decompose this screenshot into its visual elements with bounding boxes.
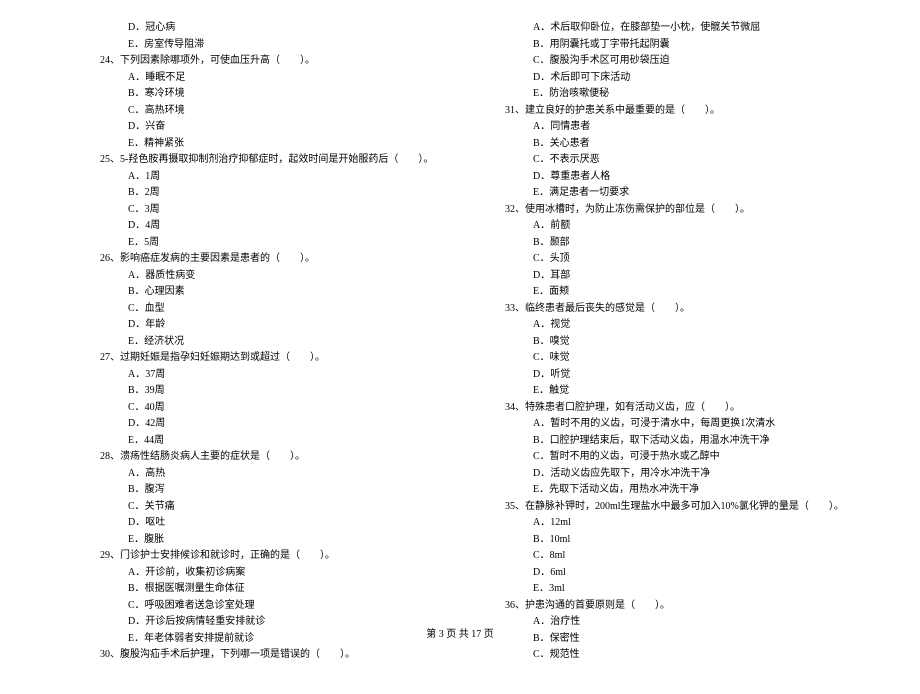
option-text: D．兴奋: [100, 119, 455, 136]
option-text: A．器质性病变: [100, 268, 455, 285]
option-text: C．关节痛: [100, 499, 455, 516]
question-text: 27、过期妊娠是指孕妇妊娠期达到或超过（ ）。: [100, 350, 455, 367]
question-text: 32、使用冰槽时，为防止冻伤需保护的部位是（ ）。: [505, 202, 860, 219]
option-text: C．腹股沟手术区可用砂袋压迫: [505, 53, 860, 70]
option-text: E．腹胀: [100, 532, 455, 549]
option-text: D．活动义齿应先取下，用冷水冲洗干净: [505, 466, 860, 483]
option-text: D．4周: [100, 218, 455, 235]
option-text: B．用阴囊托或丁字带托起阴囊: [505, 37, 860, 54]
option-text: E．精神紧张: [100, 136, 455, 153]
option-text: D．冠心病: [100, 20, 455, 37]
option-text: D．42周: [100, 416, 455, 433]
question-text: 24、下列因素除哪项外，可使血压升高（ ）。: [100, 53, 455, 70]
option-text: B．口腔护理结束后，取下活动义齿，用温水冲洗干净: [505, 433, 860, 450]
option-text: C．8ml: [505, 548, 860, 565]
option-text: B．腹泻: [100, 482, 455, 499]
option-text: C．头顶: [505, 251, 860, 268]
option-text: E．5周: [100, 235, 455, 252]
option-text: E．3ml: [505, 581, 860, 598]
option-text: C．呼吸困难者送急诊室处理: [100, 598, 455, 615]
option-text: D．6ml: [505, 565, 860, 582]
option-text: A．暂时不用的义齿，可浸于清水中，每周更换1次清水: [505, 416, 860, 433]
option-text: A．术后取仰卧位，在膝部垫一小枕，使髋关节微屈: [505, 20, 860, 37]
option-text: A．视觉: [505, 317, 860, 334]
option-text: E．房室传导阻滞: [100, 37, 455, 54]
option-text: D．耳部: [505, 268, 860, 285]
option-text: B．寒冷环境: [100, 86, 455, 103]
option-text: A．12ml: [505, 515, 860, 532]
option-text: A．开诊前，收集初诊病案: [100, 565, 455, 582]
option-text: C．暂时不用的义齿，可浸于热水或乙醇中: [505, 449, 860, 466]
question-text: 33、临终患者最后丧失的感觉是（ ）。: [505, 301, 860, 318]
page-footer: 第 3 页 共 17 页: [0, 625, 920, 640]
option-text: C．味觉: [505, 350, 860, 367]
option-text: D．术后即可下床活动: [505, 70, 860, 87]
question-text: 34、特殊患者口腔护理，如有活动义齿，应（ ）。: [505, 400, 860, 417]
option-text: E．面颊: [505, 284, 860, 301]
option-text: C．3周: [100, 202, 455, 219]
option-text: A．高热: [100, 466, 455, 483]
option-text: B．10ml: [505, 532, 860, 549]
option-text: D．听觉: [505, 367, 860, 384]
option-text: A．37周: [100, 367, 455, 384]
option-text: B．39周: [100, 383, 455, 400]
option-text: A．睡眠不足: [100, 70, 455, 87]
option-text: C．40周: [100, 400, 455, 417]
left-column: D．冠心病E．房室传导阻滞24、下列因素除哪项外，可使血压升高（ ）。A．睡眠不…: [100, 20, 455, 664]
option-text: C．高热环境: [100, 103, 455, 120]
question-text: 36、护患沟通的首要原则是（ ）。: [505, 598, 860, 615]
question-text: 28、溃疡性结肠炎病人主要的症状是（ ）。: [100, 449, 455, 466]
question-text: 31、建立良好的护患关系中最重要的是（ ）。: [505, 103, 860, 120]
option-text: E．44周: [100, 433, 455, 450]
option-text: E．防治咳嗽便秘: [505, 86, 860, 103]
option-text: B．根据医嘱测量生命体征: [100, 581, 455, 598]
option-text: E．先取下活动义齿，用热水冲洗干净: [505, 482, 860, 499]
question-text: 35、在静脉补钾时，200ml生理盐水中最多可加入10%氯化钾的量是（ ）。: [505, 499, 860, 516]
option-text: C．血型: [100, 301, 455, 318]
question-text: 29、门诊护士安排候诊和就诊时，正确的是（ ）。: [100, 548, 455, 565]
option-text: D．年龄: [100, 317, 455, 334]
option-text: B．2周: [100, 185, 455, 202]
option-text: D．尊重患者人格: [505, 169, 860, 186]
option-text: A．同情患者: [505, 119, 860, 136]
question-text: 30、腹股沟疝手术后护理，下列哪一项是错误的（ ）。: [100, 647, 455, 664]
option-text: B．嗅觉: [505, 334, 860, 351]
question-text: 26、影响癌症发病的主要因素是患者的（ ）。: [100, 251, 455, 268]
right-column: A．术后取仰卧位，在膝部垫一小枕，使髋关节微屈B．用阴囊托或丁字带托起阴囊C．腹…: [505, 20, 860, 664]
option-text: E．经济状况: [100, 334, 455, 351]
option-text: A．前额: [505, 218, 860, 235]
option-text: E．满足患者一切要求: [505, 185, 860, 202]
option-text: A．1周: [100, 169, 455, 186]
question-text: 25、5-羟色胺再摄取抑制剂治疗抑郁症时，起效时间是开始服药后（ ）。: [100, 152, 455, 169]
option-text: C．不表示厌恶: [505, 152, 860, 169]
option-text: B．关心患者: [505, 136, 860, 153]
exam-page: D．冠心病E．房室传导阻滞24、下列因素除哪项外，可使血压升高（ ）。A．睡眠不…: [0, 0, 920, 694]
option-text: E．触觉: [505, 383, 860, 400]
option-text: B．心理因素: [100, 284, 455, 301]
option-text: D．呕吐: [100, 515, 455, 532]
option-text: B．颞部: [505, 235, 860, 252]
option-text: C．规范性: [505, 647, 860, 664]
